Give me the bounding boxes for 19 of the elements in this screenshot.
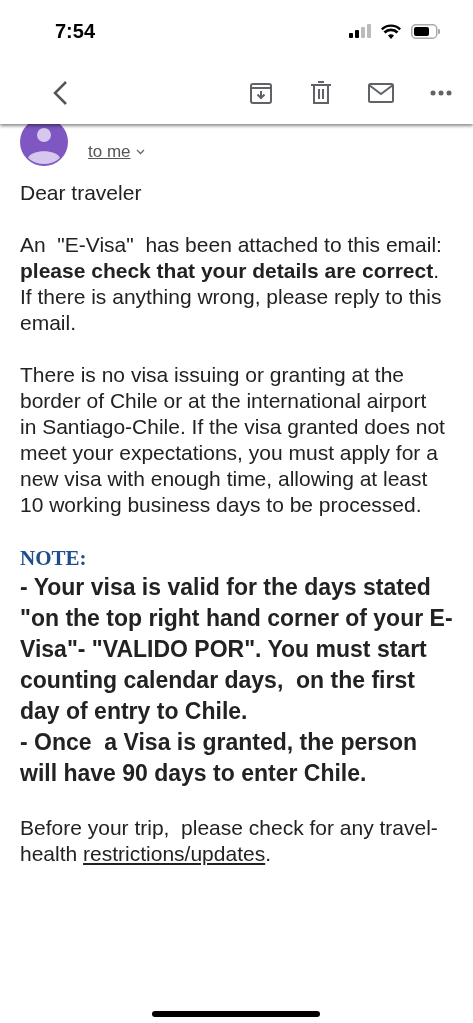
restrictions-link[interactable]: restrictions/updates — [83, 842, 266, 865]
status-time: 7:54 — [55, 19, 96, 43]
mail-icon — [368, 83, 394, 103]
battery-icon — [411, 23, 441, 39]
archive-icon — [249, 81, 273, 105]
trash-icon — [310, 81, 332, 105]
more-icon — [430, 90, 452, 96]
paragraph: Before your trip, please check for any travel-health restrictions/updates. — [20, 815, 439, 867]
recipient-toggle[interactable]: to me — [88, 142, 145, 166]
paragraph: An "E-Visa" has been attached to this email: please check that your details are correct. If there is anything wrong, please reply to this email. — [20, 232, 443, 336]
wifi-icon — [381, 23, 401, 39]
note-item: - Your visa is valid for the days stated "on the top right hand corner of your E-Visa"- "VALIDO POR". You must start counting calendar days, on the first day of entry to Chile. — [20, 573, 453, 726]
note-item: - Once a Visa is granted, the person will have 90 days to enter Chile. — [20, 728, 419, 788]
note-heading: NOTE: — [20, 545, 88, 572]
paragraph: Dear traveler — [20, 180, 143, 206]
chevron-down-icon — [135, 149, 145, 155]
signal-icon — [349, 24, 371, 38]
paragraph: There is no visa issuing or granting at the border of Chile or at the international airport in Santiago-Chile. If the visa granted does not meet your expectations, you must apply for a new visa with enough time, allowing at least 10 working business days to be processed. — [20, 362, 446, 518]
back-icon — [52, 80, 68, 106]
